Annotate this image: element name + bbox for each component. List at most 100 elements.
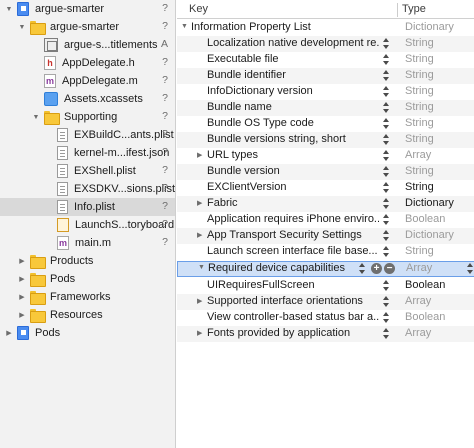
plist-row[interactable]: ▶ Fabric Dictionary — [177, 196, 474, 212]
plist-type[interactable]: String — [405, 117, 434, 129]
key-popup-stepper-icon[interactable] — [382, 165, 390, 178]
key-popup-stepper-icon[interactable] — [382, 85, 390, 98]
key-popup-stepper-icon[interactable] — [382, 69, 390, 82]
key-popup-stepper-icon[interactable] — [382, 53, 390, 66]
key-popup-stepper-icon[interactable] — [382, 229, 390, 242]
disclosure-expanded-icon[interactable]: ▼ — [4, 4, 14, 14]
plist-type[interactable]: String — [405, 69, 434, 81]
nav-item-project-root[interactable]: ▼ argue-smarter ? — [0, 0, 175, 18]
disclosure-expanded-icon[interactable]: ▼ — [181, 23, 189, 30]
key-popup-stepper-icon[interactable] — [382, 197, 390, 210]
key-popup-stepper-icon[interactable] — [382, 149, 390, 162]
plist-row[interactable]: ▶ App Transport Security Settings Dictio… — [177, 228, 474, 244]
nav-item-launchscreen[interactable]: LaunchS...toryboard ? — [0, 216, 175, 234]
disclosure-collapsed-icon[interactable]: ▶ — [17, 292, 27, 302]
plist-row[interactable]: ▶ Supported interface orientations Array — [177, 294, 474, 310]
plist-row[interactable]: Application requires iPhone enviro... Bo… — [177, 212, 474, 228]
plist-type[interactable]: String — [405, 165, 434, 177]
disclosure-collapsed-icon[interactable]: ▶ — [4, 328, 14, 338]
plist-row[interactable]: ▶ Fonts provided by application Array — [177, 326, 474, 342]
plist-type[interactable]: Boolean — [405, 279, 445, 291]
type-popup-stepper-icon[interactable] — [466, 262, 474, 275]
plist-type[interactable]: String — [405, 53, 434, 65]
nav-item-main-m[interactable]: m main.m ? — [0, 234, 175, 252]
plist-type[interactable]: Array — [405, 295, 431, 307]
nav-item-assets[interactable]: Assets.xcassets ? — [0, 90, 175, 108]
plist-row-root[interactable]: ▼ Information Property List Dictionary — [177, 20, 474, 36]
key-popup-stepper-icon[interactable] — [382, 101, 390, 114]
plist-row[interactable]: EXClientVersion String — [177, 180, 474, 196]
add-item-button[interactable]: + — [371, 263, 382, 274]
nav-item-appdelegate-h[interactable]: h AppDelegate.h ? — [0, 54, 175, 72]
plist-row[interactable]: Bundle versions string, short String — [177, 132, 474, 148]
plist-row[interactable]: Bundle OS Type code String — [177, 116, 474, 132]
nav-item-group-pods[interactable]: ▶ Pods — [0, 270, 175, 288]
nav-item-info-plist[interactable]: Info.plist ? — [0, 198, 175, 216]
disclosure-collapsed-icon[interactable]: ▶ — [197, 329, 205, 337]
nav-item-exsdkversions[interactable]: EXSDKV...sions.plist ? — [0, 180, 175, 198]
nav-item-exshell-plist[interactable]: EXShell.plist ? — [0, 162, 175, 180]
key-popup-stepper-icon[interactable] — [382, 213, 390, 226]
key-popup-stepper-icon[interactable] — [358, 262, 366, 275]
disclosure-collapsed-icon[interactable]: ▶ — [17, 256, 27, 266]
plist-row[interactable]: View controller-based status bar a... Bo… — [177, 310, 474, 326]
plist-type[interactable]: String — [405, 181, 434, 193]
key-popup-stepper-icon[interactable] — [382, 295, 390, 308]
nav-item-group-resources[interactable]: ▶ Resources — [0, 306, 175, 324]
plist-type[interactable]: String — [405, 245, 434, 257]
key-popup-stepper-icon[interactable] — [382, 245, 390, 258]
key-popup-stepper-icon[interactable] — [382, 37, 390, 50]
key-popup-stepper-icon[interactable] — [382, 327, 390, 340]
plist-row[interactable]: Localization native development re... St… — [177, 36, 474, 52]
plist-row[interactable]: UIRequiresFullScreen Boolean — [177, 278, 474, 294]
nav-item-appdelegate-m[interactable]: m AppDelegate.m ? — [0, 72, 175, 90]
plist-type[interactable]: String — [405, 101, 434, 113]
plist-row[interactable]: InfoDictionary version String — [177, 84, 474, 100]
plist-row[interactable]: Launch screen interface file base... Str… — [177, 244, 474, 260]
key-popup-stepper-icon[interactable] — [382, 117, 390, 130]
plist-type[interactable]: Boolean — [405, 213, 445, 225]
disclosure-collapsed-icon[interactable]: ▶ — [17, 274, 27, 284]
column-header-key[interactable]: Key — [189, 3, 208, 15]
plist-row[interactable]: Executable file String — [177, 52, 474, 68]
plist-type[interactable]: Dictionary — [405, 229, 454, 241]
plist-type[interactable]: Array — [406, 262, 432, 274]
disclosure-expanded-icon[interactable]: ▼ — [31, 112, 41, 122]
plist-type[interactable]: Dictionary — [405, 197, 454, 209]
nav-item-kernel-manifest[interactable]: kernel-m...ifest.json ? — [0, 144, 175, 162]
plist-type[interactable]: String — [405, 37, 434, 49]
plist-row[interactable]: Bundle name String — [177, 100, 474, 116]
nav-item-exbuildconstants[interactable]: EXBuildC...ants.plist ? — [0, 126, 175, 144]
nav-item-entitlements[interactable]: argue-s...titlements A — [0, 36, 175, 54]
key-popup-stepper-icon[interactable] — [382, 279, 390, 292]
remove-item-button[interactable]: − — [384, 263, 395, 274]
disclosure-expanded-icon[interactable]: ▼ — [198, 264, 206, 271]
disclosure-collapsed-icon[interactable]: ▶ — [197, 297, 205, 305]
nav-item-group-argue-smarter[interactable]: ▼ argue-smarter ? — [0, 18, 175, 36]
plist-row[interactable]: Bundle version String — [177, 164, 474, 180]
nav-item-group-frameworks[interactable]: ▶ Frameworks — [0, 288, 175, 306]
disclosure-collapsed-icon[interactable]: ▶ — [197, 231, 205, 239]
plist-key: Fabric — [207, 197, 238, 209]
key-popup-stepper-icon[interactable] — [382, 181, 390, 194]
plist-type[interactable]: String — [405, 85, 434, 97]
disclosure-expanded-icon[interactable]: ▼ — [17, 22, 27, 32]
plist-type[interactable]: String — [405, 133, 434, 145]
plist-row[interactable]: ▶ URL types Array — [177, 148, 474, 164]
nav-item-pods-project[interactable]: ▶ Pods — [0, 324, 175, 342]
plist-type[interactable]: Array — [405, 327, 431, 339]
nav-item-group-products[interactable]: ▶ Products — [0, 252, 175, 270]
disclosure-collapsed-icon[interactable]: ▶ — [197, 151, 205, 159]
plist-row[interactable]: Bundle identifier String — [177, 68, 474, 84]
column-divider[interactable] — [397, 3, 398, 17]
plist-row-selected[interactable]: ▼ Required device capabilities + − Array — [177, 261, 474, 277]
key-popup-stepper-icon[interactable] — [382, 133, 390, 146]
key-popup-stepper-icon[interactable] — [382, 311, 390, 324]
nav-item-group-supporting[interactable]: ▼ Supporting ? — [0, 108, 175, 126]
column-header-type[interactable]: Type — [402, 3, 426, 15]
plist-type[interactable]: Dictionary — [405, 21, 454, 33]
disclosure-collapsed-icon[interactable]: ▶ — [197, 199, 205, 207]
plist-type[interactable]: Boolean — [405, 311, 445, 323]
plist-type[interactable]: Array — [405, 149, 431, 161]
disclosure-collapsed-icon[interactable]: ▶ — [17, 310, 27, 320]
